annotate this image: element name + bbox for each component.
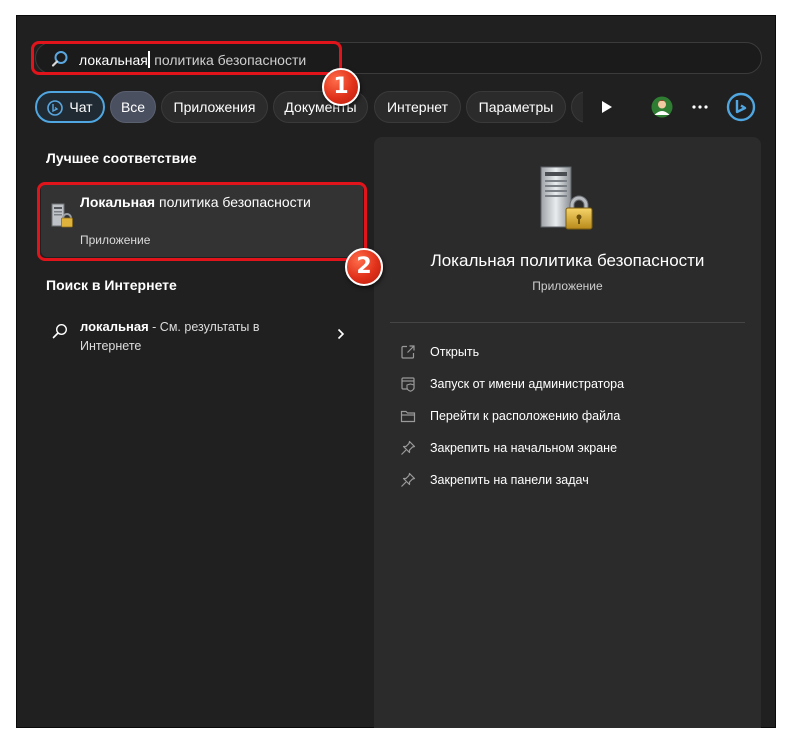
detail-type: Приложение <box>532 279 603 293</box>
filter-apps-label: Приложения <box>173 99 256 115</box>
action-run-as-admin-label: Запуск от имени администратора <box>430 377 625 391</box>
detail-pane: Локальная политика безопасности Приложен… <box>374 137 761 728</box>
best-match-title-rest: политика безопасности <box>155 194 311 210</box>
security-policy-app-icon <box>51 203 73 228</box>
filter-all[interactable]: Все <box>110 91 156 123</box>
more-options-icon[interactable] <box>692 105 708 109</box>
pin-icon <box>401 440 416 455</box>
best-match-heading: Лучшее соответствие <box>46 150 197 166</box>
best-match-title-bold: Локальная <box>80 194 156 210</box>
action-pin-to-start-label: Закрепить на начальном экране <box>430 441 618 455</box>
chevron-right-icon[interactable] <box>337 328 345 340</box>
filter-chat[interactable]: Чат <box>35 91 105 123</box>
best-match-type: Приложение <box>80 233 151 247</box>
filter-bar: Чат Все Приложения Документы Интернет Па… <box>35 91 583 123</box>
folder-icon <box>400 410 416 423</box>
scroll-right-icon[interactable] <box>601 100 613 114</box>
bing-chat-icon[interactable] <box>726 92 756 122</box>
web-search-heading: Поиск в Интернете <box>46 277 177 293</box>
filter-web[interactable]: Интернет <box>374 91 461 123</box>
security-policy-app-icon <box>540 166 593 230</box>
search-icon <box>51 51 68 67</box>
search-suggestion-text: политика безопасности <box>150 52 307 68</box>
web-result-text: локальная - См. результаты в Интернете <box>80 317 320 356</box>
annotation-badge-2: 2 <box>345 248 383 286</box>
filter-apps[interactable]: Приложения <box>161 91 268 123</box>
filter-more-partial[interactable]: Л <box>571 91 583 123</box>
bing-icon <box>47 100 64 116</box>
run-as-admin-icon <box>401 377 415 392</box>
detail-title: Локальная политика безопасности <box>430 251 705 270</box>
filter-settings[interactable]: Параметры <box>466 91 566 123</box>
best-match-title: Локальная политика безопасности <box>80 192 340 212</box>
filter-web-label: Интернет <box>386 99 449 115</box>
divider <box>390 322 745 323</box>
filter-settings-label: Параметры <box>478 99 554 115</box>
search-input[interactable]: локальная политика безопасности <box>79 51 306 68</box>
action-open-file-location-label: Перейти к расположению файла <box>430 409 621 423</box>
filter-all-label: Все <box>120 99 146 115</box>
search-icon <box>52 323 68 339</box>
action-pin-to-taskbar-label: Закрепить на панели задач <box>430 473 589 487</box>
search-typed-text: локальная <box>79 52 148 68</box>
web-result-query: локальная <box>80 319 149 334</box>
search-box[interactable]: локальная политика безопасности <box>35 42 762 74</box>
pin-icon <box>401 472 416 487</box>
action-open-label: Открыть <box>430 345 480 359</box>
web-result-item[interactable]: локальная - См. результаты в Интернете <box>41 311 363 361</box>
open-icon <box>401 345 415 359</box>
filter-chat-label: Чат <box>69 99 93 115</box>
annotation-badge-1: 1 <box>322 68 360 106</box>
best-match-result[interactable]: Локальная политика безопасности Приложен… <box>41 183 363 257</box>
avatar[interactable] <box>651 96 673 118</box>
